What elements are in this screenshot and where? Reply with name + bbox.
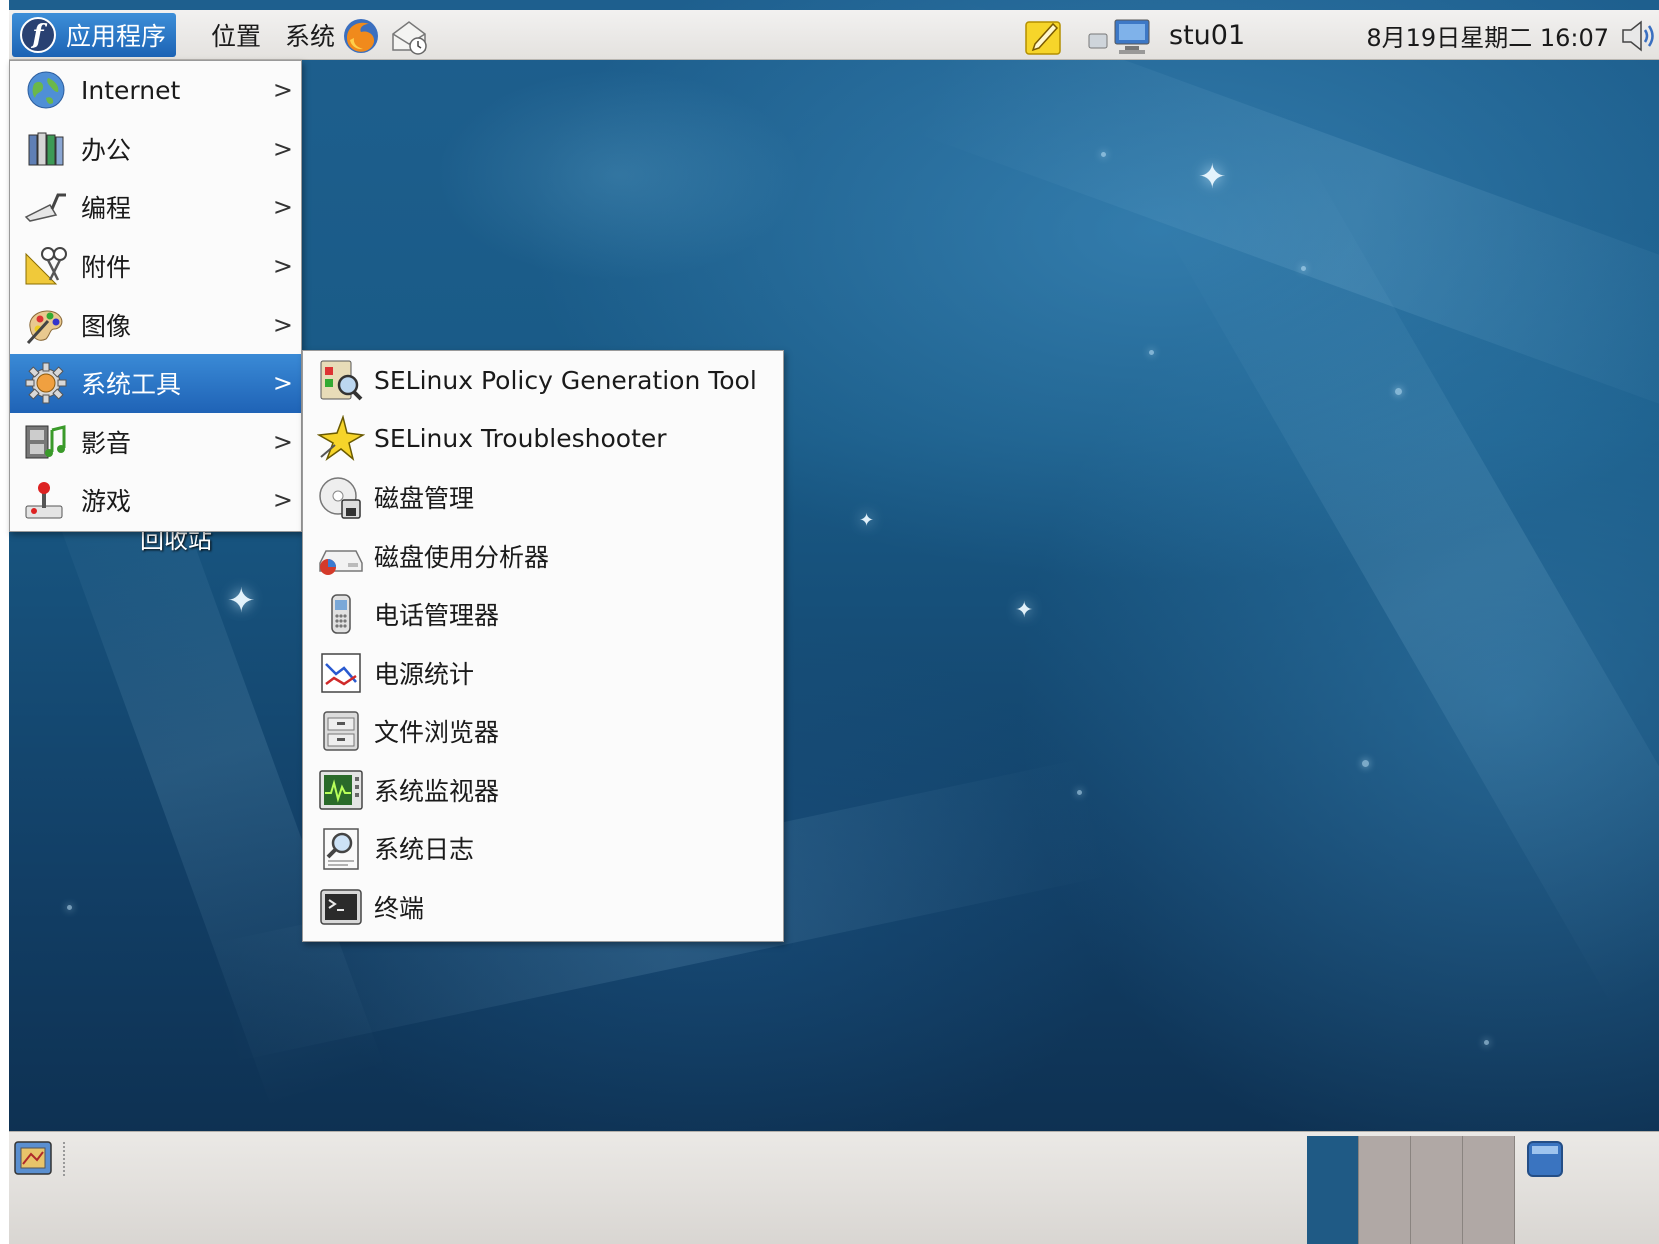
menu-item-system-monitor[interactable]: 系统监视器 <box>303 761 783 820</box>
star-dot <box>1484 1040 1489 1045</box>
chevron-right-icon: > <box>272 193 293 222</box>
firefox-launcher-icon[interactable] <box>341 16 381 56</box>
notes-applet-icon[interactable] <box>1023 16 1065 58</box>
phone-icon <box>317 590 365 638</box>
menu-item-file-browser[interactable]: 文件浏览器 <box>303 702 783 761</box>
menu-item-label: 编程 <box>81 194 132 224</box>
menu-item-label: 图像 <box>81 311 132 341</box>
menu-item-label: Internet <box>81 75 181 105</box>
menu-item-power-statistics[interactable]: 电源统计 <box>303 644 783 703</box>
office-icon <box>24 127 68 171</box>
menu-item-label: 系统监视器 <box>374 776 500 806</box>
menu-item-system-log[interactable]: 系统日志 <box>303 819 783 878</box>
star-dot <box>67 905 72 910</box>
menu-item-programming[interactable]: 编程 > <box>10 178 301 237</box>
chevron-right-icon: > <box>272 252 293 281</box>
menu-item-phone-manager[interactable]: 电话管理器 <box>303 585 783 644</box>
menu-item-label: 电源统计 <box>374 659 475 689</box>
volume-icon[interactable] <box>1619 16 1659 56</box>
star-dot <box>1149 350 1154 355</box>
menu-item-label: SELinux Troubleshooter <box>374 424 667 454</box>
menu-item-multimedia[interactable]: 影音 > <box>10 413 301 472</box>
menu-item-label: SELinux Policy Generation Tool <box>374 365 757 395</box>
palette-icon <box>24 303 68 347</box>
sparkle: ✦ <box>859 510 875 531</box>
clock[interactable]: 8月19日星期二 16:07 <box>1366 13 1609 57</box>
star-icon <box>317 414 365 463</box>
workspace-3[interactable] <box>1411 1136 1463 1244</box>
chevron-right-icon: > <box>272 134 293 163</box>
menu-item-office[interactable]: 办公 > <box>10 120 301 179</box>
menu-item-terminal[interactable]: 终端 <box>303 878 783 937</box>
menu-item-label: 系统工具 <box>81 370 182 400</box>
menu-item-disk-management[interactable]: 磁盘管理 <box>303 468 783 527</box>
sparkle: ✦ <box>1198 157 1227 197</box>
menu-item-label: 办公 <box>81 135 132 165</box>
menu-item-label: 附件 <box>81 253 132 283</box>
network-status-icon[interactable] <box>1087 16 1157 58</box>
menu-item-games[interactable]: 游戏 > <box>10 471 301 530</box>
menu-item-selinux-policy-tool[interactable]: SELinux Policy Generation Tool <box>303 351 783 410</box>
places-menu-button[interactable]: 位置 <box>211 13 261 57</box>
star-dot <box>1077 790 1082 795</box>
accessories-icon <box>24 244 68 288</box>
menu-item-label: 影音 <box>81 428 132 458</box>
policy-tool-icon <box>317 356 365 404</box>
terminal-icon <box>317 883 365 931</box>
show-desktop-icon[interactable] <box>13 1138 53 1178</box>
menu-item-label: 终端 <box>374 893 425 923</box>
top-panel: f 应用程序 位置 系统 stu01 8月19日星期二 16:07 <box>9 10 1659 60</box>
star-dot <box>1362 760 1369 767</box>
menu-item-label: 电话管理器 <box>374 601 500 631</box>
trash-applet-icon[interactable] <box>1525 1138 1565 1178</box>
workspace-2[interactable] <box>1359 1136 1411 1244</box>
chevron-right-icon: > <box>272 427 293 456</box>
workspace-1[interactable] <box>1307 1136 1359 1244</box>
chevron-right-icon: > <box>272 310 293 339</box>
star-dot <box>1101 152 1106 157</box>
film-icon <box>24 420 68 464</box>
menu-item-label: 文件浏览器 <box>374 718 500 748</box>
disk-usage-icon <box>317 532 365 580</box>
fedora-logo-icon: f <box>20 17 56 53</box>
menu-item-disk-usage-analyzer[interactable]: 磁盘使用分析器 <box>303 527 783 586</box>
user-name[interactable]: stu01 <box>1169 13 1245 57</box>
menu-item-accessories[interactable]: 附件 > <box>10 237 301 296</box>
menu-item-label: 磁盘管理 <box>374 484 475 514</box>
globe-icon <box>24 68 68 112</box>
workspace-4[interactable] <box>1463 1136 1515 1244</box>
system-tools-submenu: SELinux Policy Generation Tool SELinux T… <box>302 350 784 942</box>
menu-item-label: 游戏 <box>81 487 132 517</box>
sparkle: ✦ <box>227 581 256 621</box>
bottom-panel <box>9 1131 1659 1244</box>
chevron-right-icon: > <box>272 76 293 105</box>
menu-item-selinux-troubleshooter[interactable]: SELinux Troubleshooter <box>303 410 783 469</box>
system-menu-button[interactable]: 系统 <box>285 13 335 57</box>
log-icon <box>317 824 365 872</box>
disk-icon <box>317 473 365 521</box>
menu-item-label: 系统日志 <box>374 835 475 865</box>
menu-item-label: 磁盘使用分析器 <box>374 542 550 572</box>
file-cabinet-icon <box>317 707 365 755</box>
mail-launcher-icon[interactable] <box>389 16 429 56</box>
chevron-right-icon: > <box>272 369 293 398</box>
star-dot <box>1395 388 1402 395</box>
monitor-icon <box>317 766 365 814</box>
power-stats-icon <box>317 649 365 697</box>
applications-label: 应用程序 <box>66 22 167 51</box>
menu-item-graphics[interactable]: 图像 > <box>10 295 301 354</box>
sparkle: ✦ <box>1015 598 1034 623</box>
chevron-right-icon: > <box>272 486 293 515</box>
star-dot <box>1301 266 1306 271</box>
applications-menu: Internet > 办公 > 编程 > 附件 > 图像 > 系统工具 > 影音… <box>9 60 302 532</box>
panel-separator <box>63 1142 69 1176</box>
menu-item-internet[interactable]: Internet > <box>10 61 301 120</box>
joystick-icon <box>24 478 68 522</box>
gear-icon <box>24 361 68 405</box>
menu-item-system-tools[interactable]: 系统工具 > <box>10 353 301 413</box>
applications-menu-button[interactable]: f 应用程序 <box>12 13 177 57</box>
trowel-icon <box>24 185 68 229</box>
